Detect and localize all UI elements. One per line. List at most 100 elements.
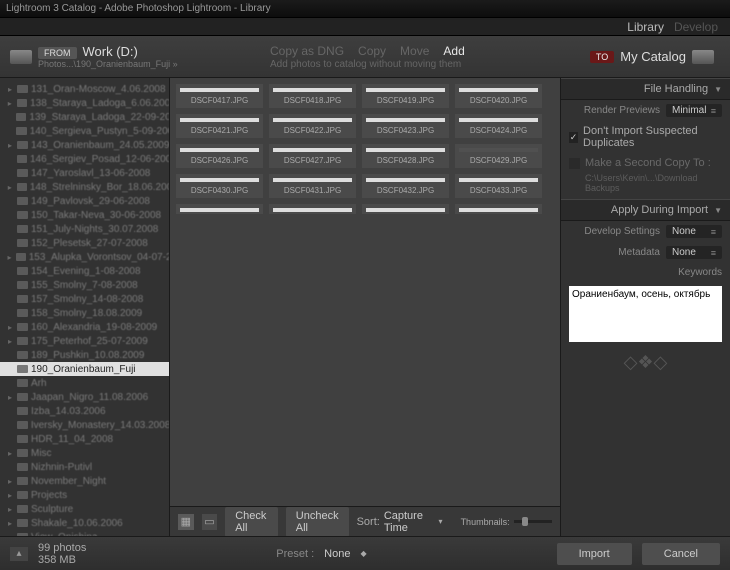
- folder-item[interactable]: 147_Yaroslavl_13-06-2008: [0, 166, 169, 180]
- folder-item[interactable]: 155_Smolny_7-08-2008: [0, 278, 169, 292]
- folder-item[interactable]: ▸Sculpture: [0, 502, 169, 516]
- apply-during-import-header[interactable]: Apply During Import▼: [561, 199, 730, 221]
- thumb-checkbox[interactable]: ✓: [367, 119, 378, 122]
- folder-item[interactable]: 190_Oranienbaum_Fuji: [0, 362, 169, 376]
- thumb-checkbox[interactable]: ✓: [274, 119, 285, 122]
- thumbnail-cell[interactable]: ✓DSCF0420.JPG: [455, 84, 542, 108]
- folder-item[interactable]: ▸Jaapan_Nigro_11.08.2006: [0, 390, 169, 404]
- dupes-checkbox-row[interactable]: ✓Don't Import Suspected Duplicates: [561, 121, 730, 153]
- action-add[interactable]: Add: [443, 44, 464, 58]
- folder-item[interactable]: Nizhnin-Putivl: [0, 460, 169, 474]
- action-move[interactable]: Move: [400, 44, 429, 58]
- thumb-checkbox[interactable]: ✓: [274, 149, 285, 152]
- thumb-checkbox[interactable]: ✓: [181, 119, 192, 122]
- folder-item[interactable]: 189_Pushkin_10.08.2009: [0, 348, 169, 362]
- folder-item[interactable]: 139_Staraya_Ladoga_22-09-2009: [0, 110, 169, 124]
- thumbnail-cell[interactable]: ✓DSCF0433.JPG: [455, 174, 542, 198]
- tab-develop[interactable]: Develop: [674, 20, 718, 34]
- folder-item[interactable]: 158_Smolny_18.08.2009: [0, 306, 169, 320]
- sort-value[interactable]: Capture Time: [384, 510, 435, 534]
- thumbnail-cell[interactable]: DSCF0429.JPG: [455, 144, 542, 168]
- thumb-checkbox[interactable]: ✓: [274, 179, 285, 182]
- thumbnail-grid[interactable]: ✓DSCF0417.JPG✓DSCF0418.JPG✓DSCF0419.JPG✓…: [170, 78, 560, 506]
- tab-library[interactable]: Library: [627, 20, 664, 34]
- folder-icon: [17, 99, 27, 107]
- source-panel[interactable]: FROMWork (D:) Photos...\190_Oranienbaum_…: [10, 44, 180, 69]
- cancel-button[interactable]: Cancel: [642, 543, 720, 565]
- folder-item[interactable]: Iversky_Monastery_14.03.2008: [0, 418, 169, 432]
- folder-item[interactable]: 152_Plesetsk_27-07-2008: [0, 236, 169, 250]
- folder-item[interactable]: ▸November_Night: [0, 474, 169, 488]
- thumb-checkbox[interactable]: ✓: [367, 89, 378, 92]
- file-handling-header[interactable]: File Handling▼: [561, 78, 730, 100]
- folder-icon: [17, 239, 28, 247]
- uncheck-all-button[interactable]: Uncheck All: [286, 507, 349, 537]
- folder-icon: [17, 267, 28, 275]
- folder-item[interactable]: ▸160_Alexandria_19-08-2009: [0, 320, 169, 334]
- loupe-view-button[interactable]: ▭: [202, 514, 218, 530]
- thumb-size-slider[interactable]: [514, 520, 552, 523]
- thumbnail-cell[interactable]: ✓DSCF0427.JPG: [269, 144, 356, 168]
- thumbnail-cell[interactable]: ✓DSCF0422.JPG: [269, 114, 356, 138]
- folder-item[interactable]: ▸Shakale_10.06.2006: [0, 516, 169, 530]
- destination-panel[interactable]: TO My Catalog: [570, 49, 720, 64]
- folder-item[interactable]: Izba_14.03.2006: [0, 404, 169, 418]
- folder-item[interactable]: ▸175_Peterhof_25-07-2009: [0, 334, 169, 348]
- action-copy[interactable]: Copy: [358, 44, 386, 58]
- thumb-checkbox[interactable]: ✓: [367, 179, 378, 182]
- thumbnail-cell[interactable]: ✓DSCF0432.JPG: [362, 174, 449, 198]
- thumbnail-cell[interactable]: ✓ DSCF0430.JPG: [176, 174, 263, 198]
- chevron-down-icon[interactable]: ▾: [439, 517, 443, 526]
- thumbnail-cell[interactable]: ✓DSCF0421.JPG: [176, 114, 263, 138]
- thumbnail-cell[interactable]: ✓DSCF0418.JPG: [269, 84, 356, 108]
- folder-item[interactable]: ▸Projects: [0, 488, 169, 502]
- folder-item[interactable]: 146_Sergiev_Posad_12-06-2008: [0, 152, 169, 166]
- folder-item[interactable]: 157_Smolny_14-08-2008: [0, 292, 169, 306]
- action-copy-dng[interactable]: Copy as DNG: [270, 44, 344, 58]
- thumb-filename: DSCF0430.JPG: [176, 184, 263, 198]
- develop-settings-select[interactable]: None: [666, 225, 722, 238]
- folder-item[interactable]: ▸153_Alupka_Vorontsov_04-07-2008: [0, 250, 169, 264]
- thumb-checkbox[interactable]: ✓: [181, 89, 192, 92]
- folder-item[interactable]: 149_Pavlovsk_29-06-2008: [0, 194, 169, 208]
- thumb-checkbox[interactable]: ✓: [274, 89, 285, 92]
- second-copy-row[interactable]: Make a Second Copy To :: [561, 153, 730, 173]
- thumbnail-cell[interactable]: ✓DSCF0423.JPG: [362, 114, 449, 138]
- thumbnail-cell[interactable]: ✓DSCF0428.JPG: [362, 144, 449, 168]
- folder-tree[interactable]: ▸131_Oran-Moscow_4.06.2008▸138_Staraya_L…: [0, 78, 170, 536]
- folder-item[interactable]: HDR_11_04_2008: [0, 432, 169, 446]
- thumbnail-cell[interactable]: ✓DSCF0431.JPG: [269, 174, 356, 198]
- from-badge: FROM: [38, 47, 77, 59]
- thumb-checkbox[interactable]: ✓: [181, 149, 192, 152]
- folder-item[interactable]: ▸148_Strelninsky_Bor_18.06.2009: [0, 180, 169, 194]
- folder-item[interactable]: 140_Sergieva_Pustyn_5-09-2009: [0, 124, 169, 138]
- folder-item[interactable]: ▸131_Oran-Moscow_4.06.2008: [0, 82, 169, 96]
- thumbnail-cell[interactable]: ✓DSCF0417.JPG: [176, 84, 263, 108]
- thumb-checkbox[interactable]: ✓: [460, 119, 471, 122]
- keywords-input[interactable]: Ораниенбаум, осень, октябрь: [569, 286, 722, 342]
- folder-item[interactable]: 154_Evening_1-08-2008: [0, 264, 169, 278]
- thumb-checkbox[interactable]: ✓: [367, 149, 378, 152]
- thumb-checkbox[interactable]: [460, 149, 471, 152]
- thumb-checkbox[interactable]: ✓: [460, 179, 471, 182]
- metadata-select[interactable]: None: [666, 246, 722, 259]
- thumbnail-cell[interactable]: ✓DSCF0419.JPG: [362, 84, 449, 108]
- preset-value[interactable]: None: [324, 548, 350, 560]
- grid-view-button[interactable]: ▦: [178, 514, 194, 530]
- thumb-checkbox[interactable]: ✓: [460, 89, 471, 92]
- check-all-button[interactable]: Check All: [225, 507, 278, 537]
- thumbnail-cell[interactable]: ✓DSCF0426.JPG: [176, 144, 263, 168]
- thumb-checkbox[interactable]: ✓: [181, 179, 192, 182]
- collapse-icon[interactable]: ▴: [10, 547, 28, 561]
- folder-item[interactable]: 151_July-Nights_30.07.2008: [0, 222, 169, 236]
- import-button[interactable]: Import: [557, 543, 632, 565]
- render-previews-select[interactable]: Minimal: [666, 104, 722, 117]
- dest-name: My Catalog: [620, 49, 686, 64]
- thumbnail-cell[interactable]: ✓DSCF0424.JPG: [455, 114, 542, 138]
- folder-item[interactable]: ▸Misc: [0, 446, 169, 460]
- folder-item[interactable]: Arh: [0, 376, 169, 390]
- folder-item[interactable]: ▸143_Oranienbaum_24.05.2009: [0, 138, 169, 152]
- folder-item[interactable]: 150_Takar-Neva_30-06-2008: [0, 208, 169, 222]
- folder-item[interactable]: ▸138_Staraya_Ladoga_6.06.2008: [0, 96, 169, 110]
- catalog-icon: [692, 50, 714, 64]
